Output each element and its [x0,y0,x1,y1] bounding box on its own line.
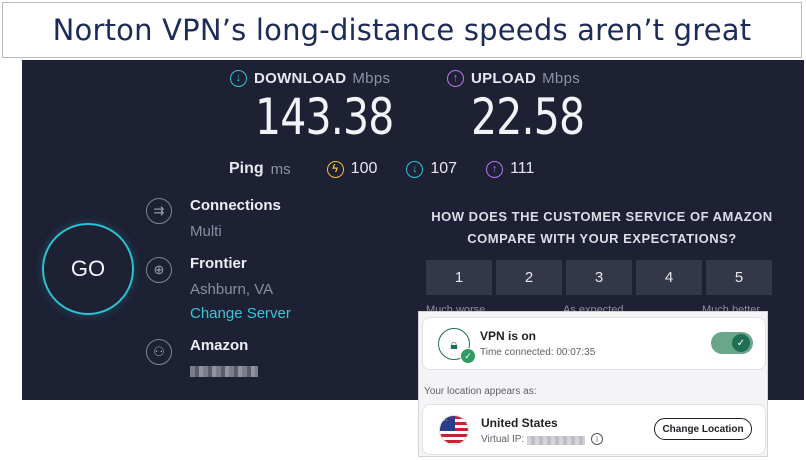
idle-latency-icon: ϟ [326,160,344,178]
check-badge-icon: ✓ [460,348,476,364]
change-server-link[interactable]: Change Server [190,305,291,322]
connections-value: Multi [190,223,222,240]
ping-upload: ↑ 111 [486,160,534,178]
redacted-virtual-ip [527,436,585,445]
info-icon[interactable]: i [591,433,603,445]
ping-idle-value: 100 [350,160,378,177]
rating-label: 5 [734,269,744,286]
connections-icon: ⇉ [146,198,172,224]
ping-upload-value: 111 [510,160,535,177]
redacted-ip [190,366,258,377]
download-label: DOWNLOAD [254,70,347,87]
norton-vpn-card: 🔒︎ ✓ VPN is on Time connected: 00:07:35 … [418,311,768,457]
vpn-status-title: VPN is on [480,329,537,343]
go-button[interactable]: GO [42,223,134,315]
time-connected: Time connected: 00:07:35 [480,347,596,358]
page-title: Norton VPN’s long-distance speeds aren’t… [52,13,752,47]
upload-label: UPLOAD [471,70,537,87]
vpn-toggle[interactable]: ✓ [711,332,753,354]
rating-option-3[interactable]: 3 [566,260,632,295]
upload-header: ↑ UPLOAD Mbps [447,70,580,87]
ping-download-value: 107 [430,160,458,177]
isp-location: Ashburn, VA [190,281,274,298]
ping-label: Ping [229,160,264,177]
rating-option-1[interactable]: 1 [426,260,492,295]
download-header: ↓ DOWNLOAD Mbps [230,70,390,87]
location-country: United States [481,416,558,430]
us-flag-icon [439,415,469,445]
survey-question: HOW DOES THE CUSTOMER SERVICE OF AMAZON … [431,209,773,246]
location-box: United States Virtual IP: i Change Locat… [422,404,766,455]
download-unit: Mbps [352,70,391,87]
ping-download: ↓ 107 [406,160,457,178]
vpn-status-box: 🔒︎ ✓ VPN is on Time connected: 00:07:35 … [422,317,766,370]
upload-unit: Mbps [542,70,581,87]
upload-latency-icon: ↑ [486,160,504,178]
rating-option-2[interactable]: 2 [496,260,562,295]
ping-row: Ping ms ϟ 100 ↓ 107 ↑ 111 [229,160,563,178]
isp-name: Frontier [190,255,247,272]
download-value: 143.38 [255,88,394,146]
user-icon: ⚇ [146,339,172,365]
download-arrow-icon: ↓ [230,70,247,87]
rating-label: 1 [454,269,464,286]
rating-option-4[interactable]: 4 [636,260,702,295]
host-name: Amazon [190,337,249,354]
upload-arrow-icon: ↑ [447,70,464,87]
rating-option-5[interactable]: 5 [706,260,772,295]
connections-title: Connections [190,197,281,214]
virtual-ip-label: Virtual IP: [481,434,525,445]
change-location-button[interactable]: Change Location [654,418,752,440]
ping-unit: ms [270,160,291,178]
location-label: Your location appears as: [424,386,537,397]
rating-label: 2 [524,269,534,286]
globe-icon: ⊕ [146,257,172,283]
rating-label: 4 [664,269,674,286]
change-location-label: Change Location [662,423,744,435]
rating-label: 3 [594,269,604,286]
upload-value: 22.58 [471,88,585,146]
ping-idle: ϟ 100 [326,160,378,178]
go-label: GO [70,256,106,281]
download-latency-icon: ↓ [406,160,424,178]
toggle-check-icon: ✓ [732,334,750,352]
title-banner: Norton VPN’s long-distance speeds aren’t… [2,2,802,58]
